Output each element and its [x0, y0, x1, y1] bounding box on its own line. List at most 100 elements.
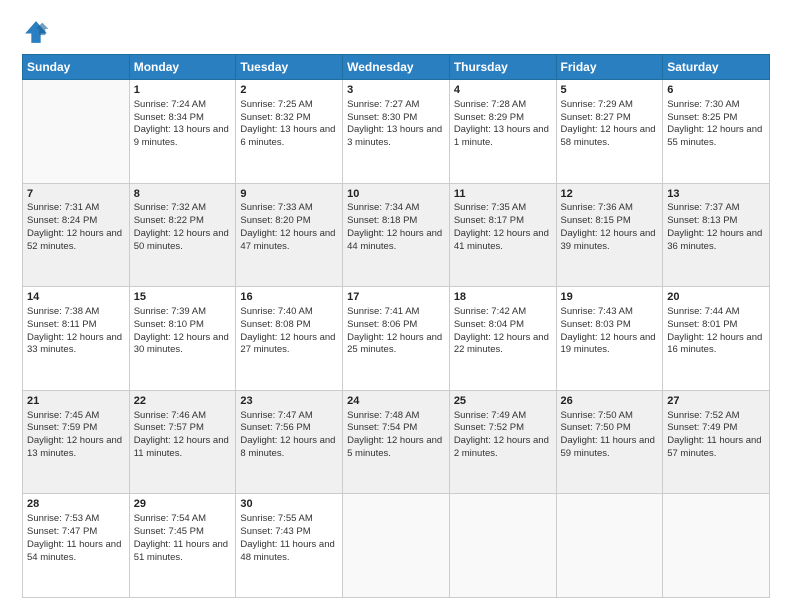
sunset-text: Sunset: 8:32 PM [240, 112, 338, 125]
calendar-cell: 25Sunrise: 7:49 AMSunset: 7:52 PMDayligh… [449, 390, 556, 494]
calendar-cell: 30Sunrise: 7:55 AMSunset: 7:43 PMDayligh… [236, 494, 343, 598]
daylight-text: Daylight: 12 hours and 5 minutes. [347, 435, 445, 461]
calendar-header-friday: Friday [556, 55, 663, 80]
daylight-text: Daylight: 12 hours and 39 minutes. [561, 228, 659, 254]
daylight-text: Daylight: 13 hours and 6 minutes. [240, 124, 338, 150]
sunset-text: Sunset: 7:45 PM [134, 526, 232, 539]
sunset-text: Sunset: 8:03 PM [561, 319, 659, 332]
sunrise-text: Sunrise: 7:46 AM [134, 410, 232, 423]
daylight-text: Daylight: 12 hours and 30 minutes. [134, 332, 232, 358]
calendar-cell: 9Sunrise: 7:33 AMSunset: 8:20 PMDaylight… [236, 183, 343, 287]
calendar-cell: 12Sunrise: 7:36 AMSunset: 8:15 PMDayligh… [556, 183, 663, 287]
calendar-cell: 1Sunrise: 7:24 AMSunset: 8:34 PMDaylight… [129, 80, 236, 184]
sunset-text: Sunset: 8:34 PM [134, 112, 232, 125]
sunrise-text: Sunrise: 7:39 AM [134, 306, 232, 319]
sunset-text: Sunset: 8:24 PM [27, 215, 125, 228]
calendar-cell: 24Sunrise: 7:48 AMSunset: 7:54 PMDayligh… [343, 390, 450, 494]
daylight-text: Daylight: 12 hours and 8 minutes. [240, 435, 338, 461]
calendar-cell [663, 494, 770, 598]
daylight-text: Daylight: 12 hours and 58 minutes. [561, 124, 659, 150]
daylight-text: Daylight: 13 hours and 1 minute. [454, 124, 552, 150]
calendar-header-monday: Monday [129, 55, 236, 80]
day-number: 15 [134, 290, 232, 305]
calendar-cell: 3Sunrise: 7:27 AMSunset: 8:30 PMDaylight… [343, 80, 450, 184]
calendar-cell: 10Sunrise: 7:34 AMSunset: 8:18 PMDayligh… [343, 183, 450, 287]
calendar-cell: 27Sunrise: 7:52 AMSunset: 7:49 PMDayligh… [663, 390, 770, 494]
calendar-cell: 16Sunrise: 7:40 AMSunset: 8:08 PMDayligh… [236, 287, 343, 391]
sunrise-text: Sunrise: 7:48 AM [347, 410, 445, 423]
daylight-text: Daylight: 12 hours and 25 minutes. [347, 332, 445, 358]
sunrise-text: Sunrise: 7:32 AM [134, 202, 232, 215]
sunrise-text: Sunrise: 7:55 AM [240, 513, 338, 526]
daylight-text: Daylight: 11 hours and 59 minutes. [561, 435, 659, 461]
day-number: 23 [240, 394, 338, 409]
day-number: 4 [454, 83, 552, 98]
sunset-text: Sunset: 8:25 PM [667, 112, 765, 125]
logo-icon [22, 18, 50, 46]
sunset-text: Sunset: 8:15 PM [561, 215, 659, 228]
sunset-text: Sunset: 8:08 PM [240, 319, 338, 332]
day-number: 28 [27, 497, 125, 512]
day-number: 20 [667, 290, 765, 305]
sunset-text: Sunset: 8:20 PM [240, 215, 338, 228]
daylight-text: Daylight: 12 hours and 19 minutes. [561, 332, 659, 358]
calendar-cell: 11Sunrise: 7:35 AMSunset: 8:17 PMDayligh… [449, 183, 556, 287]
day-number: 3 [347, 83, 445, 98]
day-number: 30 [240, 497, 338, 512]
daylight-text: Daylight: 13 hours and 9 minutes. [134, 124, 232, 150]
calendar-cell: 14Sunrise: 7:38 AMSunset: 8:11 PMDayligh… [23, 287, 130, 391]
sunset-text: Sunset: 7:47 PM [27, 526, 125, 539]
calendar-week-row: 1Sunrise: 7:24 AMSunset: 8:34 PMDaylight… [23, 80, 770, 184]
calendar-cell: 8Sunrise: 7:32 AMSunset: 8:22 PMDaylight… [129, 183, 236, 287]
sunrise-text: Sunrise: 7:27 AM [347, 99, 445, 112]
daylight-text: Daylight: 12 hours and 2 minutes. [454, 435, 552, 461]
daylight-text: Daylight: 12 hours and 55 minutes. [667, 124, 765, 150]
sunset-text: Sunset: 8:06 PM [347, 319, 445, 332]
daylight-text: Daylight: 11 hours and 54 minutes. [27, 539, 125, 565]
day-number: 8 [134, 187, 232, 202]
day-number: 25 [454, 394, 552, 409]
sunrise-text: Sunrise: 7:33 AM [240, 202, 338, 215]
sunset-text: Sunset: 8:01 PM [667, 319, 765, 332]
calendar-cell: 5Sunrise: 7:29 AMSunset: 8:27 PMDaylight… [556, 80, 663, 184]
daylight-text: Daylight: 12 hours and 22 minutes. [454, 332, 552, 358]
day-number: 13 [667, 187, 765, 202]
daylight-text: Daylight: 12 hours and 33 minutes. [27, 332, 125, 358]
sunrise-text: Sunrise: 7:29 AM [561, 99, 659, 112]
day-number: 24 [347, 394, 445, 409]
daylight-text: Daylight: 12 hours and 11 minutes. [134, 435, 232, 461]
daylight-text: Daylight: 13 hours and 3 minutes. [347, 124, 445, 150]
sunrise-text: Sunrise: 7:52 AM [667, 410, 765, 423]
sunrise-text: Sunrise: 7:31 AM [27, 202, 125, 215]
daylight-text: Daylight: 11 hours and 48 minutes. [240, 539, 338, 565]
day-number: 22 [134, 394, 232, 409]
calendar-cell: 26Sunrise: 7:50 AMSunset: 7:50 PMDayligh… [556, 390, 663, 494]
calendar: SundayMondayTuesdayWednesdayThursdayFrid… [22, 54, 770, 598]
sunrise-text: Sunrise: 7:43 AM [561, 306, 659, 319]
daylight-text: Daylight: 12 hours and 36 minutes. [667, 228, 765, 254]
day-number: 19 [561, 290, 659, 305]
daylight-text: Daylight: 12 hours and 52 minutes. [27, 228, 125, 254]
sunset-text: Sunset: 8:18 PM [347, 215, 445, 228]
sunrise-text: Sunrise: 7:45 AM [27, 410, 125, 423]
daylight-text: Daylight: 12 hours and 16 minutes. [667, 332, 765, 358]
calendar-cell: 21Sunrise: 7:45 AMSunset: 7:59 PMDayligh… [23, 390, 130, 494]
sunrise-text: Sunrise: 7:30 AM [667, 99, 765, 112]
sunset-text: Sunset: 7:54 PM [347, 422, 445, 435]
calendar-cell [23, 80, 130, 184]
sunrise-text: Sunrise: 7:34 AM [347, 202, 445, 215]
calendar-cell: 18Sunrise: 7:42 AMSunset: 8:04 PMDayligh… [449, 287, 556, 391]
calendar-cell: 15Sunrise: 7:39 AMSunset: 8:10 PMDayligh… [129, 287, 236, 391]
sunrise-text: Sunrise: 7:40 AM [240, 306, 338, 319]
calendar-cell: 28Sunrise: 7:53 AMSunset: 7:47 PMDayligh… [23, 494, 130, 598]
daylight-text: Daylight: 12 hours and 50 minutes. [134, 228, 232, 254]
day-number: 5 [561, 83, 659, 98]
day-number: 16 [240, 290, 338, 305]
calendar-header-thursday: Thursday [449, 55, 556, 80]
sunrise-text: Sunrise: 7:42 AM [454, 306, 552, 319]
sunrise-text: Sunrise: 7:53 AM [27, 513, 125, 526]
day-number: 1 [134, 83, 232, 98]
day-number: 2 [240, 83, 338, 98]
sunset-text: Sunset: 7:49 PM [667, 422, 765, 435]
sunrise-text: Sunrise: 7:49 AM [454, 410, 552, 423]
